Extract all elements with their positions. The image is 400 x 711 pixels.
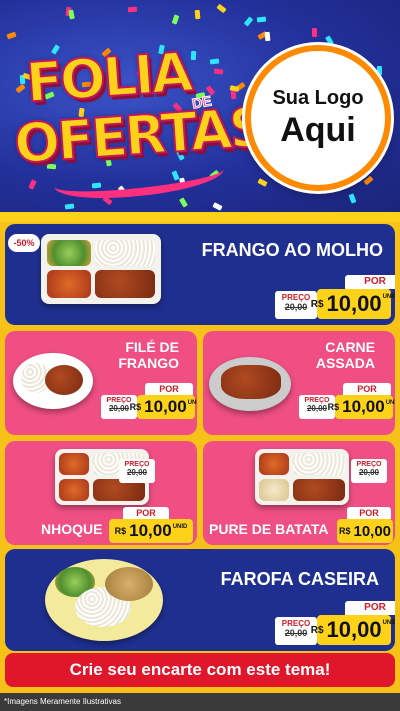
header-banner: FOLIA DE OFERTAS Sua Logo Aqui	[0, 0, 400, 214]
confetti-piece	[212, 202, 223, 211]
new-price: 10,00	[342, 397, 385, 416]
price-tag: POR PREÇO 20,00 R$ 10,00 UNID	[101, 383, 197, 419]
confetti-piece	[348, 193, 357, 204]
discount-badge: -50%	[8, 234, 40, 252]
new-price: 10,00	[129, 521, 172, 540]
logo-placeholder: Sua Logo Aqui	[245, 45, 391, 191]
preco-label: PREÇO	[124, 461, 150, 468]
footer-disclaimer: *Imagens Meramente Ilustrativas	[0, 693, 400, 711]
price-tag: PREÇO 20,00	[119, 459, 159, 483]
por-label: POR	[123, 507, 169, 519]
folia-de-ofertas-title: FOLIA DE OFERTAS	[11, 39, 268, 205]
product-card-frango-ao-molho: FRANGO AO MOLHO POR PREÇO 20,00 R$ 10,00…	[5, 224, 395, 325]
confetti-piece	[68, 9, 75, 20]
new-price-box: R$ 10,00 UNID	[328, 395, 395, 419]
food-image-pure-de-batata	[255, 449, 349, 505]
old-price: 20,00	[126, 468, 148, 477]
product-name-line1: CARNE	[325, 339, 375, 355]
currency: R$	[310, 298, 324, 310]
product-name-line2: ASSADA	[315, 355, 375, 371]
unit-label: UNID	[172, 524, 188, 530]
food-image-farofa-caseira	[45, 559, 163, 641]
new-price: 10,00	[326, 617, 382, 642]
por-label: POR	[345, 601, 395, 615]
new-price-box: R$ 10,00 UNID	[311, 289, 395, 319]
product-name-line1: FILÉ DE	[125, 339, 179, 355]
confetti-piece	[243, 16, 254, 27]
product-card-file-de-frango: FILÉ DE FRANGO POR PREÇO 20,00 R$ 10,00 …	[5, 331, 197, 435]
confetti-piece	[64, 203, 75, 210]
food-image-carne-assada	[209, 357, 291, 411]
currency: R$	[114, 526, 127, 536]
confetti-piece	[179, 197, 188, 208]
logo-text-line2: Aqui	[280, 110, 356, 149]
new-price-box: R$ 10,00	[337, 519, 393, 543]
unit-label: UNID	[382, 294, 395, 300]
price-tag-new: POR R$ 10,00	[337, 507, 393, 543]
food-image-frango-ao-molho	[41, 234, 161, 304]
new-price: 10,00	[144, 397, 187, 416]
preco-label: PREÇO	[356, 461, 382, 468]
confetti-piece	[127, 6, 138, 13]
por-label: POR	[343, 383, 391, 395]
confetti-piece	[264, 31, 271, 42]
product-card-carne-assada: CARNE ASSADA POR PREÇO 20,00 R$ 10,00 UN…	[203, 331, 395, 435]
product-name: NHOQUE	[41, 521, 103, 537]
price-tag: POR PREÇO 20,00 R$ 10,00 UNID	[275, 275, 395, 319]
price-tag: PREÇO 20,00	[351, 459, 391, 483]
product-name: FRANGO AO MOLHO	[201, 240, 383, 260]
cta-button[interactable]: Crie seu encarte com este tema!	[5, 653, 395, 687]
old-price-box: PREÇO 20,00	[119, 459, 155, 483]
product-card-nhoque: PREÇO 20,00 NHOQUE POR R$ 10,00 UNID	[5, 441, 197, 545]
new-price-box: R$ 10,00 UNID	[311, 615, 395, 645]
currency: R$	[129, 402, 142, 412]
confetti-piece	[363, 175, 374, 186]
confetti-piece	[6, 31, 17, 40]
currency: R$	[310, 624, 324, 636]
unit-label: UNID	[187, 400, 197, 406]
confetti-piece	[325, 35, 334, 46]
product-name: PURE DE BATATA	[209, 521, 329, 537]
product-card-farofa-caseira: FAROFA CASEIRA POR PREÇO 20,00 R$ 10,00 …	[5, 549, 395, 651]
new-price: 10,00	[353, 522, 392, 540]
por-label: POR	[345, 275, 395, 289]
old-price-box: PREÇO 20,00	[351, 459, 387, 483]
yellow-divider	[0, 212, 400, 222]
unit-label: UNID	[385, 400, 395, 406]
por-label: POR	[145, 383, 193, 395]
por-label: POR	[347, 507, 391, 519]
logo-text-line1: Sua Logo	[272, 86, 364, 109]
confetti-piece	[194, 9, 201, 20]
product-card-pure-de-batata: PREÇO 20,00 PURE DE BATATA POR R$ 10,00	[203, 441, 395, 545]
old-price: 20,00	[358, 468, 380, 477]
currency: R$	[327, 402, 340, 412]
confetti-piece	[257, 178, 268, 187]
confetti-piece	[256, 16, 267, 23]
new-price: 10,00	[326, 291, 382, 316]
new-price-box: R$ 10,00 UNID	[130, 395, 197, 419]
confetti-piece	[171, 14, 180, 25]
new-price-box: R$ 10,00 UNID	[109, 519, 193, 543]
product-name-line2: FRANGO	[118, 355, 179, 371]
unit-label: UNID	[382, 620, 395, 626]
confetti-piece	[376, 65, 383, 76]
price-tag: POR PREÇO 20,00 R$ 10,00 UNID	[275, 601, 395, 645]
food-image-file-de-frango	[13, 353, 93, 409]
confetti-piece	[216, 3, 227, 14]
confetti-piece	[312, 28, 317, 37]
price-tag: POR PREÇO 20,00 R$ 10,00 UNID	[299, 383, 395, 419]
product-name: FAROFA CASEIRA	[220, 569, 379, 589]
currency: R$	[338, 526, 351, 536]
price-tag-new: POR R$ 10,00 UNID	[109, 507, 197, 543]
